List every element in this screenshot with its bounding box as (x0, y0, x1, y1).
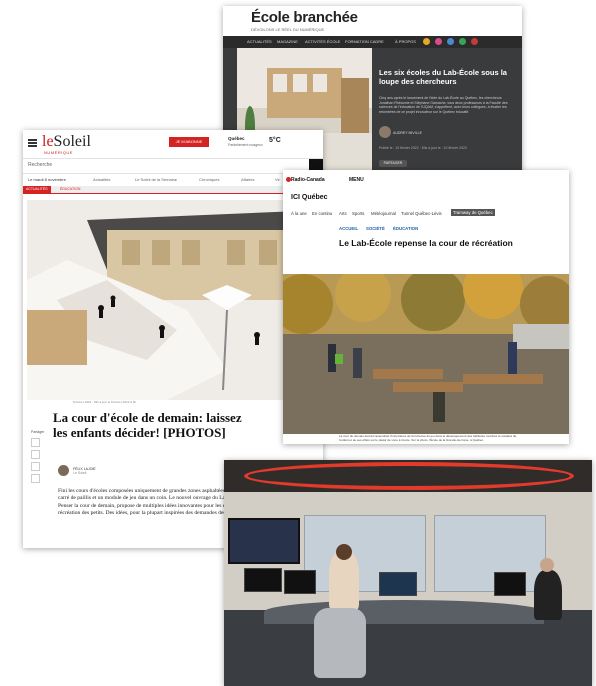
ls-header: leSoleil NUMÉRIQUE JE M'ABONNE Québec Pa… (23, 130, 323, 158)
eb-nav-actualites[interactable]: ACTUALITÉS (247, 39, 272, 44)
rc-category-link[interactable]: SOCIÉTÉ (366, 226, 385, 231)
radio-studio-photo (224, 460, 592, 686)
rc-subnav-item[interactable]: Météojournal (371, 211, 396, 216)
eb-nav-formation[interactable]: FORMATION CADRE (345, 39, 384, 44)
ls-date: Le mardi 8 novembre (28, 177, 66, 182)
rc-subnav-item[interactable]: En continu (312, 211, 332, 216)
rc-header: Radio-Canada MENU (283, 170, 569, 190)
hamburger-menu-icon[interactable] (28, 139, 37, 141)
ls-logo[interactable]: leSoleil (42, 133, 91, 151)
rc-menu-button[interactable]: MENU (349, 177, 364, 183)
rc-subnav-item[interactable]: Tunnel Québec-Lévis (401, 211, 442, 216)
ls-logo-sub: NUMÉRIQUE (44, 150, 73, 155)
eb-nav: ACTUALITÉS MAGAZINE ACTIVITÉS ÉCOLE FORM… (223, 36, 522, 48)
eb-author-avatar (379, 126, 391, 138)
subscribe-button[interactable]: JE M'ABONNE (169, 137, 209, 147)
rc-region-title[interactable]: ICI Québec (291, 194, 328, 201)
studio-tv-screen (228, 518, 300, 564)
ls-section-link[interactable]: Actualités (93, 177, 110, 182)
ls-section-link[interactable]: Affaires (241, 177, 255, 182)
studio-monitor (494, 572, 526, 596)
author-avatar (58, 465, 69, 476)
ls-author[interactable]: FÉLIX LAJOIE Le Soleil (73, 467, 96, 475)
rc-subnav-item-active[interactable]: Tramway de Québec (451, 209, 495, 216)
rc-photo-caption: La cour de demain devrait rassembler l'i… (339, 434, 517, 442)
eb-article-body: Cinq ans après le lancement de l'idée du… (379, 96, 508, 114)
studio-monitor (284, 570, 316, 594)
eb-nav-activites[interactable]: ACTIVITÉS ÉCOLE (305, 39, 340, 44)
ls-share-label: Partager (31, 430, 45, 434)
eb-nav-magazine[interactable]: MAGAZINE (277, 39, 298, 44)
eb-logo[interactable]: École branchée (251, 9, 358, 27)
studio-chair (314, 608, 366, 678)
eb-social-icon[interactable] (423, 38, 430, 45)
eb-social-icon[interactable] (471, 38, 478, 45)
studio-console (264, 600, 544, 624)
studio-host-head (336, 544, 352, 560)
email-share-icon[interactable] (31, 462, 40, 471)
ls-article-title: La cour d'école de demain: laissez les e… (53, 410, 242, 440)
rc-subnav-item[interactable]: À la une (291, 211, 307, 216)
studio-window (434, 515, 546, 592)
tab-actualites[interactable]: ACTUALITÉS (23, 186, 51, 193)
tab-education[interactable]: ÉDUCATION (57, 186, 83, 193)
ls-section-link[interactable]: Vir (275, 177, 280, 182)
eb-tagline: DÉVOILONS LE RÉEL DU NUMÉRIQUE (251, 27, 325, 32)
schoolyard-photo (283, 274, 569, 434)
radio-canada-screenshot: Radio-Canada MENU ICI Québec À la une En… (283, 170, 569, 444)
facebook-share-icon[interactable] (31, 438, 40, 447)
rc-logo[interactable]: Radio-Canada (291, 177, 325, 183)
weather-temp: 5°C (269, 137, 281, 144)
eb-header: École branchée DÉVOILONS LE RÉEL DU NUMÉ… (223, 6, 522, 36)
weather-conditions: Partiellement nuageux (228, 143, 263, 147)
print-icon[interactable] (31, 474, 40, 483)
eb-article-title[interactable]: Les six écoles du Lab-École sous la loup… (379, 68, 511, 86)
twitter-share-icon[interactable] (31, 450, 40, 459)
ls-tabs: ACTUALITÉS ÉDUCATION (23, 186, 323, 194)
studio-monitor (244, 568, 282, 592)
eb-author[interactable]: AUDREY MIVILLE (393, 131, 422, 135)
eb-social-icon[interactable] (459, 38, 466, 45)
eb-share-button[interactable]: PARTAGER (379, 160, 407, 167)
studio-monitor (379, 572, 417, 596)
ls-article-meta: 8 février 2022 · Mis à jour le 8 février… (73, 400, 137, 404)
rc-subnav-item[interactable]: Sports (352, 211, 364, 216)
rc-hero-photo (283, 274, 569, 434)
rc-subnav-item[interactable]: Arts (339, 211, 347, 216)
eb-date: Publié le : 10 février 2022 · Mis à jour… (379, 146, 467, 150)
studio-guest-head (540, 558, 554, 572)
rc-category-link[interactable]: ÉDUCATION (393, 226, 418, 231)
school-model-illustration (27, 200, 323, 400)
eb-social-icon[interactable] (447, 38, 454, 45)
eb-social-icon[interactable] (435, 38, 442, 45)
ls-hero-photo (27, 200, 323, 400)
weather-city: Québec (228, 136, 245, 141)
eb-nav-apropos[interactable]: À PROPOS (395, 39, 416, 44)
studio-red-light-ring (244, 462, 574, 490)
ls-section-link[interactable]: Chroniques (199, 177, 219, 182)
ls-search-bar[interactable]: Recherche (23, 158, 323, 174)
search-input[interactable]: Recherche (28, 162, 52, 168)
rc-category-link[interactable]: ACCUEIL (339, 226, 358, 231)
studio-guest (534, 570, 562, 620)
ls-section-link[interactable]: Le Soleil de la Semaine (135, 177, 177, 182)
rc-article-title: Le Lab-École repense la cour de récréati… (339, 238, 513, 248)
